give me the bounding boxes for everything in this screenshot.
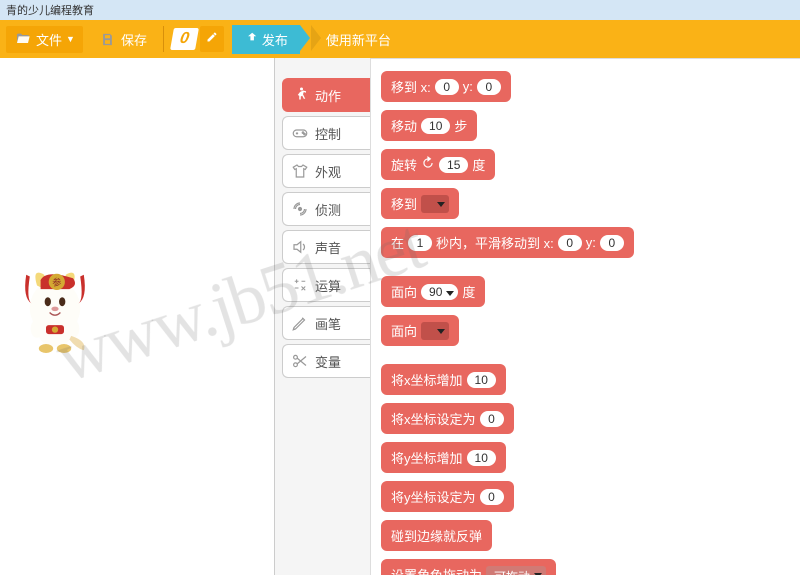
block-change-y[interactable]: 将y坐标增加 10 <box>381 442 506 473</box>
gamepad-icon <box>291 124 309 142</box>
rotate-cw-icon <box>421 156 435 173</box>
category-pen[interactable]: 画笔 <box>282 306 370 340</box>
pencil-icon <box>291 314 309 332</box>
cat-label: 动作 <box>315 86 341 105</box>
radar-icon <box>291 200 309 218</box>
publish-label: 发布 <box>262 30 288 49</box>
save-label: 保存 <box>121 30 147 49</box>
input-y[interactable]: 0 <box>477 79 501 95</box>
dropdown-towards[interactable] <box>421 322 449 340</box>
block-move-steps[interactable]: 移动 10 步 <box>381 110 477 141</box>
file-label: 文件 <box>36 30 62 49</box>
file-dropdown[interactable]: 文件 ▼ <box>6 26 83 53</box>
svg-text:参: 参 <box>52 277 61 288</box>
cat-label: 运算 <box>315 276 341 295</box>
block-set-draggable[interactable]: 设置角色拖动为 可拖动 <box>381 559 556 575</box>
cat-label: 外观 <box>315 162 341 181</box>
pencil-icon <box>200 26 224 52</box>
platform-button[interactable]: 使用新平台 <box>308 25 401 54</box>
platform-label: 使用新平台 <box>326 33 391 48</box>
input-setx[interactable]: 0 <box>480 411 504 427</box>
category-looks[interactable]: 外观 <box>282 154 370 188</box>
dropdown-drag[interactable]: 可拖动 <box>486 566 546 575</box>
caret-down-icon: ▼ <box>66 34 75 44</box>
shirt-icon <box>291 162 309 180</box>
input-degrees[interactable]: 15 <box>439 157 468 173</box>
block-set-y[interactable]: 将y坐标设定为 0 <box>381 481 514 512</box>
toolbar: 文件 ▼ 保存 0 发布 使用新平台 <box>0 20 800 58</box>
input-secs[interactable]: 1 <box>408 235 432 251</box>
title-text: 青的少儿编程教育 <box>6 5 94 17</box>
window-titlebar: 青的少儿编程教育 <box>0 0 800 20</box>
save-button[interactable]: 保存 <box>91 26 155 53</box>
publish-button[interactable]: 发布 <box>232 25 300 54</box>
folder-open-icon <box>14 30 32 48</box>
block-goto-sprite[interactable]: 移到 <box>381 188 459 219</box>
share-icon <box>244 31 258 48</box>
save-icon <box>99 30 117 48</box>
cat-label: 变量 <box>315 352 341 371</box>
divider <box>163 26 164 52</box>
input-dy[interactable]: 10 <box>467 450 496 466</box>
block-bounce-edge[interactable]: 碰到边缘就反弹 <box>381 520 492 551</box>
cat-label: 侦测 <box>315 200 341 219</box>
scissors-icon <box>291 352 309 370</box>
cat-label: 画笔 <box>315 314 341 333</box>
block-change-x[interactable]: 将x坐标增加 10 <box>381 364 506 395</box>
block-rotate[interactable]: 旋转 15 度 <box>381 149 495 180</box>
category-variables[interactable]: 变量 <box>282 344 370 378</box>
main-area: 参 动作 控制 <box>0 58 800 575</box>
block-set-x[interactable]: 将x坐标设定为 0 <box>381 403 514 434</box>
category-control[interactable]: 控制 <box>282 116 370 150</box>
input-x[interactable]: 0 <box>435 79 459 95</box>
block-glide[interactable]: 在 1 秒内，平滑移动到 x: 0 y: 0 <box>381 227 634 258</box>
sprite-mascot[interactable]: 参 <box>10 258 100 358</box>
input-glide-x[interactable]: 0 <box>558 235 582 251</box>
category-motion[interactable]: 动作 <box>282 78 370 112</box>
category-sound[interactable]: 声音 <box>282 230 370 264</box>
stage[interactable]: 参 <box>0 58 275 575</box>
block-point-direction[interactable]: 面向 90 度 <box>381 276 485 307</box>
input-dx[interactable]: 10 <box>467 372 496 388</box>
category-operators[interactable]: 运算 <box>282 268 370 302</box>
counter-widget[interactable]: 0 <box>172 26 224 52</box>
cat-label: 控制 <box>315 124 341 143</box>
input-glide-y[interactable]: 0 <box>600 235 624 251</box>
counter-number: 0 <box>170 28 199 50</box>
category-tabs: 动作 控制 外观 侦测 声音 运算 画笔 变量 <box>275 58 371 575</box>
input-direction[interactable]: 90 <box>421 284 458 300</box>
dropdown-target[interactable] <box>421 195 449 213</box>
input-sety[interactable]: 0 <box>480 489 504 505</box>
blocks-palette[interactable]: 移到 x: 0 y: 0 移动 10 步 旋转 15 度 移到 在 1 秒内，平… <box>371 58 800 575</box>
block-goto-xy[interactable]: 移到 x: 0 y: 0 <box>381 71 511 102</box>
calc-icon <box>291 276 309 294</box>
block-point-towards[interactable]: 面向 <box>381 315 459 346</box>
category-sensing[interactable]: 侦测 <box>282 192 370 226</box>
input-steps[interactable]: 10 <box>421 118 450 134</box>
speaker-icon <box>291 238 309 256</box>
cat-label: 声音 <box>315 238 341 257</box>
run-icon <box>291 86 309 104</box>
